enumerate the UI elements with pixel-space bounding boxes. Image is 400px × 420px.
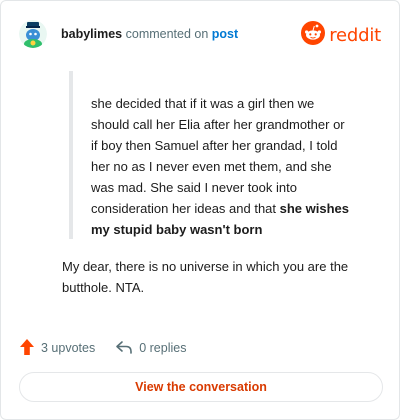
- reply-count: 0 replies: [139, 341, 187, 355]
- comment-embed-card: babylimes commented on post reddit she d…: [0, 0, 400, 420]
- upvote-button[interactable]: 3 upvotes: [19, 338, 95, 359]
- reddit-logo-icon: [301, 21, 326, 50]
- username-link[interactable]: babylimes: [61, 27, 122, 41]
- quote-text: she decided that if it was a girl then w…: [91, 93, 351, 240]
- quoted-parent-comment: she decided that if it was a girl then w…: [69, 71, 369, 239]
- comment-meta: babylimes commented on post: [61, 27, 238, 41]
- comment-header: babylimes commented on post reddit: [19, 19, 381, 49]
- upvote-arrow-icon: [19, 338, 35, 359]
- quote-plain-text: she decided that if it was a girl then w…: [91, 96, 345, 216]
- commented-on-text: commented on: [122, 27, 212, 41]
- comment-actions: 3 upvotes 0 replies: [19, 337, 186, 359]
- post-link[interactable]: post: [212, 27, 238, 41]
- view-conversation-button[interactable]: View the conversation: [19, 372, 383, 402]
- reddit-wordmark: reddit: [329, 25, 381, 46]
- reddit-brand[interactable]: reddit: [301, 21, 381, 50]
- reply-button[interactable]: 0 replies: [115, 339, 186, 358]
- user-avatar[interactable]: [19, 20, 47, 48]
- upvote-count: 3 upvotes: [41, 341, 96, 355]
- reply-arrow-icon: [115, 339, 133, 358]
- comment-body: My dear, there is no universe in which y…: [62, 259, 349, 295]
